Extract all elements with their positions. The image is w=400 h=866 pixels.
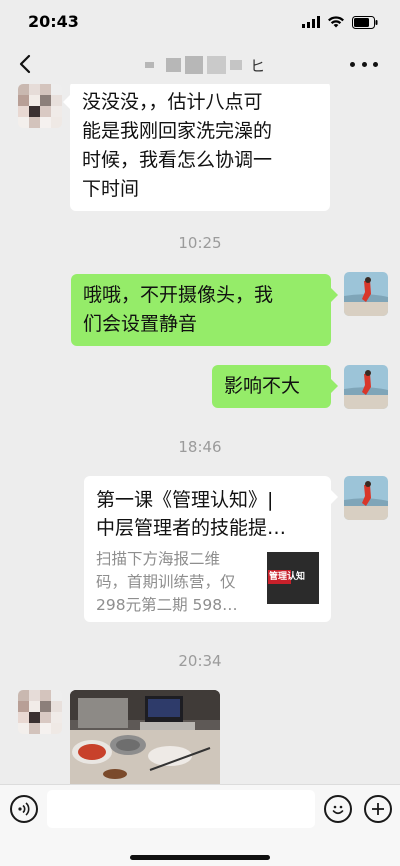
link-title: 第一课《管理认知》| 中层管理者的技能提…	[96, 489, 287, 539]
wifi-icon	[328, 16, 344, 28]
plus-icon[interactable]	[364, 795, 392, 823]
self-avatar[interactable]	[344, 476, 388, 520]
status-bar: 20:43	[0, 0, 400, 44]
self-avatar[interactable]	[344, 272, 388, 316]
signal-icon	[302, 16, 320, 28]
link-thumbnail-label: 管理认知	[269, 572, 306, 582]
status-icons	[302, 14, 378, 30]
shared-link-card[interactable]: 第一课《管理认知》| 中层管理者的技能提… 扫描下方海报二维 码，首期训练营，仅…	[84, 476, 338, 622]
message-input-bar	[0, 784, 400, 866]
status-time: 20:43	[28, 12, 79, 31]
chat-header: ヒ	[0, 44, 400, 84]
voice-icon[interactable]	[10, 795, 38, 823]
back-icon[interactable]	[14, 52, 38, 76]
message-bubble-sent[interactable]: 哦哦，不开摄像头，我 们会设置静音	[71, 274, 338, 346]
link-description: 扫描下方海报二维 码，首期训练营，仅 298元第二期 598…	[96, 550, 238, 614]
message-bubble-sent[interactable]: 影响不大	[212, 365, 338, 408]
home-indicator[interactable]	[130, 855, 270, 860]
contact-avatar[interactable]	[18, 84, 62, 128]
message-bubble-received[interactable]: 没没没，，估计八点可 能是我刚回家洗完澡的 时候，我看怎么协调一 下时间	[63, 84, 330, 211]
chat-message-list[interactable]: 没没没，，估计八点可 能是我刚回家洗完澡的 时候，我看怎么协调一 下时间 10:…	[0, 84, 400, 784]
timestamp: 20:34	[178, 652, 222, 670]
photo-message[interactable]	[70, 690, 220, 784]
link-thumbnail: 管理认知	[267, 552, 319, 604]
self-avatar[interactable]	[344, 365, 388, 409]
battery-icon	[352, 15, 378, 29]
contact-avatar[interactable]	[18, 690, 62, 734]
emoji-icon[interactable]	[324, 795, 352, 823]
chat-title-glyph: ヒ	[249, 56, 265, 75]
timestamp: 18:46	[178, 438, 222, 456]
message-text-input[interactable]	[47, 790, 315, 828]
more-icon[interactable]	[350, 54, 378, 74]
timestamp: 10:25	[178, 234, 222, 252]
chat-title-blurred: ヒ	[145, 54, 265, 76]
